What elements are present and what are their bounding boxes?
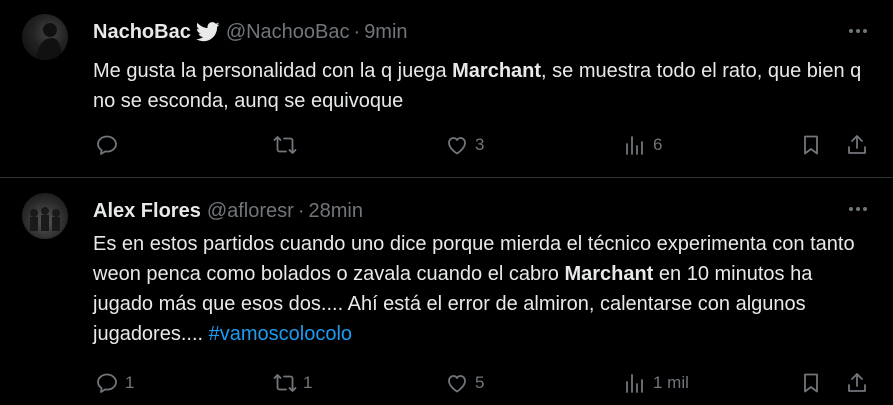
reply-count: 1 bbox=[125, 373, 135, 392]
like-count: 5 bbox=[475, 373, 485, 392]
views-icon bbox=[626, 136, 643, 155]
views-button[interactable]: 6 bbox=[623, 132, 662, 158]
share-button[interactable] bbox=[845, 132, 869, 158]
tweet[interactable]: Alex Flores @afloresr · 28min Es en esto… bbox=[0, 178, 893, 405]
display-name[interactable]: Alex Flores bbox=[93, 200, 201, 223]
more-icon[interactable] bbox=[847, 20, 869, 42]
bookmark-button[interactable] bbox=[799, 370, 823, 396]
tweet-text: Me gusta la personalidad con la q juega … bbox=[93, 56, 863, 116]
hashtag-link[interactable]: #vamoscolocolo bbox=[209, 323, 352, 345]
like-button[interactable]: 3 bbox=[445, 132, 484, 158]
separator: · bbox=[353, 20, 361, 43]
action-bar: 1 1 5 1 mil bbox=[93, 370, 869, 396]
action-bar: 3 6 bbox=[93, 132, 869, 158]
text-part: Me gusta la personalidad con la q juega bbox=[93, 60, 453, 82]
text-bold: Marchant bbox=[452, 60, 542, 82]
like-icon bbox=[448, 137, 466, 155]
tweet-header: Alex Flores @afloresr · 28min bbox=[93, 199, 363, 223]
views-icon bbox=[626, 374, 643, 393]
bookmark-icon bbox=[804, 373, 818, 393]
display-name[interactable]: NachoBac bbox=[93, 21, 191, 44]
handle[interactable]: @NachooBac bbox=[226, 21, 350, 44]
avatar[interactable] bbox=[22, 193, 68, 239]
timestamp[interactable]: 28min bbox=[309, 200, 363, 223]
share-icon bbox=[848, 135, 866, 154]
share-icon bbox=[848, 373, 866, 392]
avatar[interactable] bbox=[22, 14, 68, 60]
reply-button[interactable] bbox=[95, 132, 125, 158]
verified-icon bbox=[195, 22, 220, 42]
like-count: 3 bbox=[475, 135, 485, 154]
reply-icon bbox=[97, 135, 117, 155]
reply-button[interactable]: 1 bbox=[95, 370, 134, 396]
avatar-silhouette-icon bbox=[36, 23, 62, 60]
views-count: 1 mil bbox=[653, 373, 689, 392]
handle[interactable]: @afloresr bbox=[207, 200, 294, 223]
views-count: 6 bbox=[653, 135, 663, 154]
views-button[interactable]: 1 mil bbox=[623, 370, 689, 396]
tweet-text: Es en estos partidos cuando uno dice por… bbox=[93, 229, 863, 349]
reply-icon bbox=[97, 373, 117, 393]
tweet[interactable]: NachoBac @NachooBac · 9min Me gusta la p… bbox=[0, 0, 893, 178]
like-button[interactable]: 5 bbox=[445, 370, 484, 396]
like-icon bbox=[448, 375, 466, 393]
retweet-button[interactable]: 1 bbox=[273, 370, 312, 396]
bookmark-icon bbox=[804, 135, 818, 155]
retweet-button[interactable] bbox=[273, 132, 303, 158]
share-button[interactable] bbox=[845, 370, 869, 396]
separator: · bbox=[297, 199, 305, 222]
text-bold: Marchant bbox=[564, 263, 654, 285]
timestamp[interactable]: 9min bbox=[364, 21, 407, 44]
retweet-icon bbox=[273, 136, 297, 154]
retweet-count: 1 bbox=[303, 373, 313, 392]
retweet-icon bbox=[273, 374, 297, 392]
avatar-group-icon bbox=[30, 207, 60, 231]
more-icon[interactable] bbox=[847, 198, 869, 220]
tweet-header: NachoBac @NachooBac · 9min bbox=[93, 20, 408, 44]
bookmark-button[interactable] bbox=[799, 132, 823, 158]
